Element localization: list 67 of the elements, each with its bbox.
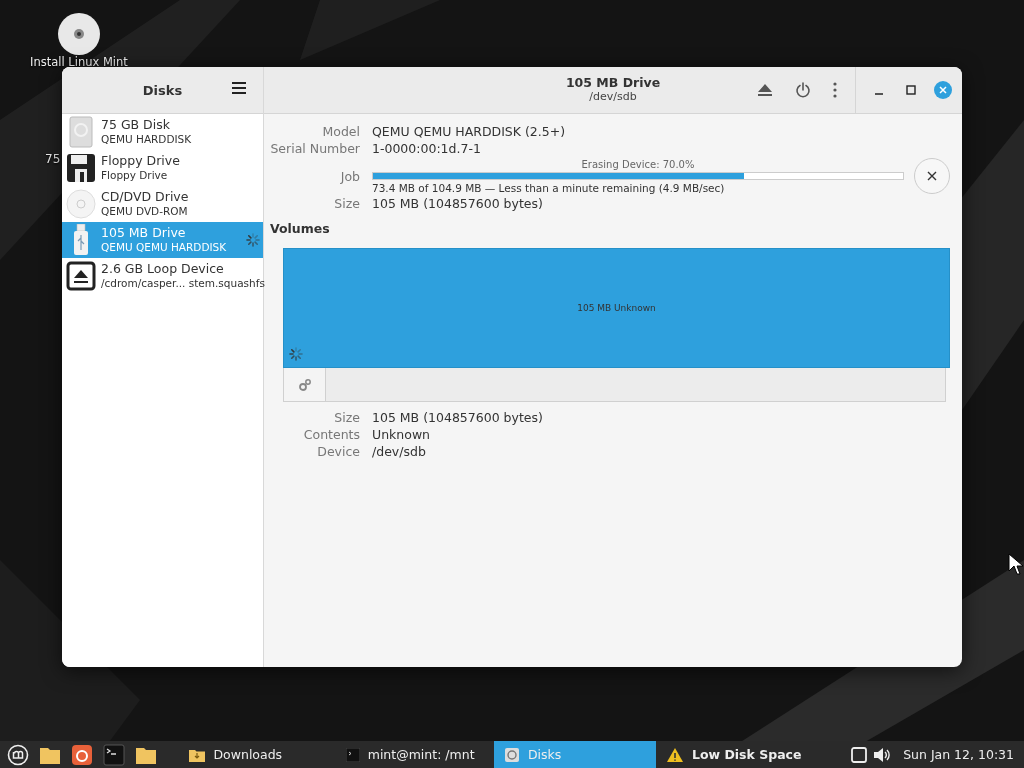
window-subtitle: /dev/sdb xyxy=(589,90,637,103)
desktop-icon-label[interactable]: 75 xyxy=(45,152,61,166)
drive-item[interactable]: CD/DVD Drive QEMU DVD-ROM xyxy=(62,186,263,222)
browser-icon[interactable] xyxy=(71,743,93,766)
drive-item[interactable]: 75 GB Disk QEMU HARDDISK xyxy=(62,114,263,150)
terminal-icon xyxy=(345,747,360,762)
sidebar-title: Disks xyxy=(142,82,183,98)
field-label: Size xyxy=(333,410,360,425)
drive-model: QEMU QEMU HARDDISK xyxy=(101,240,227,254)
partition-label: 105 MB Unknown xyxy=(577,303,656,313)
menu-button[interactable] xyxy=(229,79,249,97)
maximize-icon xyxy=(906,85,916,95)
taskbar-button[interactable]: mint@mint: /mnt xyxy=(335,741,494,768)
taskbar-button[interactable]: Low Disk Space xyxy=(655,741,852,768)
field-value: 105 MB (104857600 bytes) xyxy=(372,196,544,211)
field-label: Size xyxy=(333,196,360,211)
job-caption: Erasing Device: 70.0% xyxy=(581,158,695,170)
usb-stick-icon xyxy=(72,224,90,256)
field-value: /dev/sdb xyxy=(372,444,427,459)
field-value: 1-0000:00:1d.7-1 xyxy=(372,141,482,156)
field-label: Device xyxy=(316,444,360,459)
terminal-icon[interactable] xyxy=(103,743,125,766)
field-value: 105 MB (104857600 bytes) xyxy=(372,410,544,425)
field-label: Contents xyxy=(302,427,360,442)
field-label: Job xyxy=(339,168,360,184)
drive-name: 75 GB Disk xyxy=(101,118,171,132)
taskbar-button[interactable]: Downloads xyxy=(179,741,336,768)
drive-item[interactable]: Floppy Drive Floppy Drive xyxy=(62,150,263,186)
drive-model: Floppy Drive xyxy=(101,168,169,182)
field-value: Unknown xyxy=(372,427,432,442)
drive-name: Floppy Drive xyxy=(101,154,180,168)
drive-model: QEMU DVD-ROM xyxy=(101,204,189,218)
partition-block[interactable]: 105 MB Unknown xyxy=(283,248,950,368)
close-icon xyxy=(939,86,947,94)
downloads-folder-icon xyxy=(189,747,206,762)
eject-icon xyxy=(66,261,96,291)
disc-icon[interactable] xyxy=(56,12,101,56)
close-icon xyxy=(927,171,937,181)
gears-icon xyxy=(297,377,312,392)
drive-model: QEMU HARDDISK xyxy=(101,132,192,146)
cancel-job-button[interactable] xyxy=(914,158,950,194)
minimize-icon xyxy=(874,92,884,95)
volume-icon[interactable] xyxy=(873,746,892,763)
optical-disc-icon xyxy=(66,189,96,219)
drive-model: /cdrom/casper... stem.squashfs xyxy=(101,276,265,290)
drive-name: 2.6 GB Loop Device xyxy=(101,262,225,276)
close-button[interactable] xyxy=(934,81,952,99)
mint-logo-icon[interactable] xyxy=(7,743,29,766)
field-label: Model xyxy=(321,124,360,139)
eject-icon xyxy=(757,83,773,97)
field-value: QEMU QEMU HARDDISK (2.5+) xyxy=(372,124,567,139)
drive-name: 105 MB Drive xyxy=(101,226,187,240)
power-icon xyxy=(795,82,811,98)
warning-icon xyxy=(665,746,684,763)
job-detail: 73.4 MB of 104.9 MB — Less than a minute remaining (4.9 MB/sec) xyxy=(372,181,726,194)
mouse-pointer-icon xyxy=(1008,553,1024,577)
desktop-icon-label[interactable]: Install Linux Mint xyxy=(30,56,128,68)
window-title: 105 MB Drive xyxy=(565,75,661,90)
disk-utility-icon xyxy=(503,746,520,763)
section-heading: Volumes xyxy=(270,221,331,236)
drive-item[interactable]: 2.6 GB Loop Device /cdrom/casper... stem.squashfs xyxy=(62,258,263,294)
clock[interactable]: Sun Jan 12, 10:31 xyxy=(903,747,1014,762)
drive-name: CD/DVD Drive xyxy=(101,190,189,204)
window-icon[interactable] xyxy=(851,746,868,763)
settings-button[interactable] xyxy=(284,368,326,401)
field-label: Serial Number xyxy=(269,141,360,156)
kebab-menu-icon xyxy=(833,82,837,98)
